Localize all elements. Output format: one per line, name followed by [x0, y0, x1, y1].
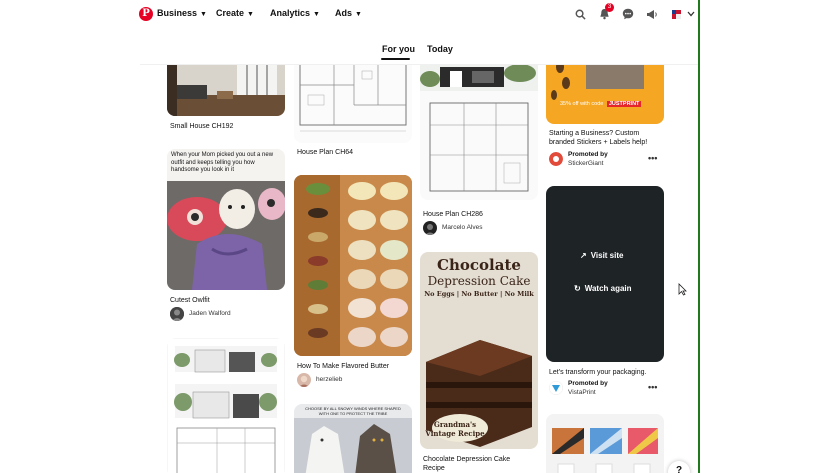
pin-title[interactable]: Chocolate Depression Cake: [423, 455, 510, 464]
replay-icon: ↻: [574, 284, 581, 293]
visit-site-button[interactable]: ↗ Visit site: [580, 251, 623, 260]
pin-title-line2[interactable]: branded Stickers + Labels help!: [549, 138, 647, 147]
pin-image-flavored-butter[interactable]: [294, 175, 412, 356]
top-navigation-bar: P Business ▼ Create ▼ Analytics ▼ Ads ▼ 3: [0, 0, 698, 30]
pinterest-logo-icon[interactable]: P: [139, 7, 153, 21]
pin-author[interactable]: Jaden Walford: [189, 310, 231, 317]
nav-ads-label: Ads: [335, 8, 353, 18]
pin-image-stickers-ad[interactable]: 35% off with code JUSTPRINT: [546, 65, 664, 124]
pin-image-badge: Grandma's Vintage Recipe: [424, 420, 486, 438]
tab-today[interactable]: Today: [427, 44, 453, 54]
chevron-down-icon: ▼: [313, 11, 320, 18]
pin-title[interactable]: Starting a Business? Custom: [549, 129, 639, 138]
more-options-icon[interactable]: •••: [648, 153, 657, 163]
pin-image-badge-line1: Grandma's: [433, 420, 477, 429]
messages-icon[interactable]: [620, 6, 636, 22]
pin-image-wolves[interactable]: CHOOSE BY ALL SNOWY WINDS WHERE SHAPED W…: [294, 404, 412, 473]
avatar[interactable]: [549, 381, 563, 395]
ad-promo-code: JUSTPRINT: [606, 101, 642, 107]
nav-ads[interactable]: Ads ▼: [335, 8, 362, 18]
watch-again-label: Watch again: [584, 284, 632, 293]
avatar[interactable]: [297, 373, 311, 387]
nav-create-label: Create: [216, 8, 245, 18]
pin-title[interactable]: House Plan CH64: [297, 148, 353, 157]
pin-image-cutest-owlfit[interactable]: When your Mom picked you out a new outfi…: [167, 149, 285, 290]
account-chevron-down-icon[interactable]: [686, 6, 696, 22]
avatar[interactable]: [170, 307, 184, 321]
active-tab-indicator: [381, 58, 410, 60]
nav-create[interactable]: Create ▼: [216, 8, 254, 18]
pin-author[interactable]: herzelieb: [316, 376, 342, 383]
promoted-label: Promoted by: [568, 151, 608, 158]
avatar[interactable]: [549, 152, 563, 166]
nav-business[interactable]: Business ▼: [157, 8, 207, 18]
account-avatar-icon[interactable]: [668, 6, 684, 22]
nav-analytics[interactable]: Analytics ▼: [270, 8, 320, 18]
pin-title[interactable]: Small House CH192: [170, 122, 233, 131]
search-icon[interactable]: [572, 6, 588, 22]
pin-image-small-house[interactable]: [167, 65, 285, 116]
pin-image-badge-line2: Vintage Recipe: [425, 429, 485, 438]
pin-title-line2[interactable]: Recipe: [423, 464, 445, 473]
ad-promo-text-label: 35% off with code: [560, 101, 604, 107]
tab-for-you[interactable]: For you: [382, 44, 415, 54]
pin-feed: Small House CH192 When your Mom picked y…: [0, 65, 698, 473]
pin-image-house-plan-ch64[interactable]: [294, 65, 412, 143]
chevron-down-icon: ▼: [200, 11, 207, 18]
chevron-down-icon: ▼: [247, 11, 254, 18]
advertiser-name[interactable]: StickerGiant: [568, 160, 603, 167]
pin-video-vistaprint[interactable]: ↗ Visit site ↻ Watch again: [546, 186, 664, 362]
pin-image-caption: When your Mom picked you out a new outfi…: [171, 152, 274, 173]
pin-author[interactable]: Marcelo Alves: [442, 224, 482, 231]
pin-image-subtitle: No Eggs | No Butter | No Milk: [424, 290, 534, 298]
pin-image-caption: CHOOSE BY ALL SNOWY WINDS WHERE SHAPED W…: [305, 406, 401, 416]
pin-image-chocolate-cake[interactable]: Chocolate Depression Cake No Eggs | No B…: [420, 252, 538, 449]
ad-promo-text: 35% off with code JUSTPRINT: [560, 101, 642, 107]
pin-image-house-elevations[interactable]: [167, 338, 285, 473]
pin-image-title-line2: Depression Cake: [427, 274, 531, 288]
nav-business-label: Business: [157, 8, 198, 18]
nav-analytics-label: Analytics: [270, 8, 311, 18]
pin-title[interactable]: Cutest Owlfit: [170, 296, 210, 305]
pin-image-house-plan-ch286[interactable]: [420, 65, 538, 200]
pin-title[interactable]: Let's transform your packaging.: [549, 368, 646, 377]
chevron-down-icon: ▼: [355, 11, 362, 18]
pin-title[interactable]: House Plan CH286: [423, 210, 483, 219]
advertiser-name[interactable]: VistaPrint: [568, 389, 596, 396]
window-edge: [698, 0, 700, 473]
watch-again-button[interactable]: ↻ Watch again: [574, 284, 632, 293]
more-options-icon[interactable]: •••: [648, 382, 657, 392]
mouse-cursor-icon: [678, 283, 687, 301]
megaphone-icon[interactable]: [644, 6, 660, 22]
pin-title[interactable]: How To Make Flavored Butter: [297, 362, 389, 371]
arrow-up-right-icon: ↗: [580, 251, 587, 260]
avatar[interactable]: [423, 221, 437, 235]
promoted-label: Promoted by: [568, 380, 608, 387]
pin-image-swatches[interactable]: [546, 414, 664, 473]
visit-site-label: Visit site: [590, 251, 624, 260]
pin-image-title-line1: Chocolate: [437, 256, 521, 274]
notification-count-badge: 3: [605, 3, 614, 12]
